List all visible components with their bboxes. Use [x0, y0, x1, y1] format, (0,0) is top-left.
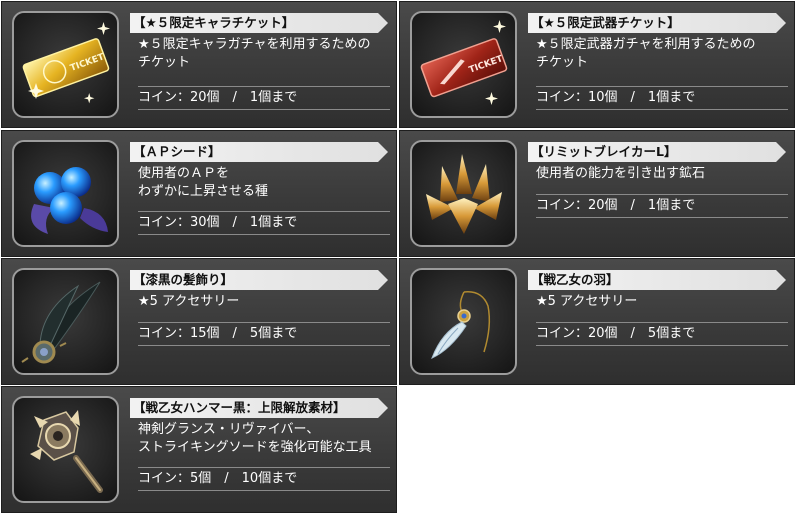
item-thumbnail: TICKET	[12, 11, 119, 118]
item-cost: コイン：20個 / 5個まで	[536, 322, 788, 346]
item-description-line: ★5 アクセサリー	[138, 294, 240, 309]
item-description-line: 使用者の能力を引き出す鉱石	[536, 166, 706, 181]
shop-item-card-valkyrie-feather[interactable]: 【戦乙女の羽】 ★5 アクセサリー コイン：20個 / 5個まで	[399, 258, 795, 385]
item-description-line: ★５限定武器ガチャを利用するための	[536, 37, 756, 52]
item-thumbnail	[410, 140, 517, 247]
item-cost: コイン：15個 / 5個まで	[138, 322, 390, 346]
gold-ticket-icon: TICKET	[22, 22, 110, 104]
item-title: 【ＡＰシード】	[130, 142, 388, 162]
red-weapon-ticket-icon: TICKET	[420, 20, 508, 105]
item-description-line: 使用者のＡＰを	[138, 166, 230, 181]
item-description-line: ★5 アクセサリー	[536, 294, 638, 309]
shop-item-card-jet-black-hairpin[interactable]: 【漆黒の髪飾り】 ★5 アクセサリー コイン：15個 / 5個まで	[1, 258, 397, 385]
item-title: 【★５限定武器チケット】	[528, 13, 786, 33]
item-description: ★５限定キャラガチャを利用するための チケット	[138, 36, 390, 72]
item-cost: コイン：30個 / 1個まで	[138, 211, 390, 235]
item-cost: コイン：5個 / 10個まで	[138, 467, 390, 491]
shop-item-card-valkyrie-hammer[interactable]: 【戦乙女ハンマー黒：上限解放素材】 神剣グランス・リヴァイバー、 ストライキング…	[1, 386, 397, 513]
item-description: ★5 アクセサリー	[138, 293, 390, 311]
crystal-ore-icon	[426, 154, 502, 234]
blue-seed-icon	[31, 167, 108, 234]
item-title: 【漆黒の髪飾り】	[130, 270, 388, 290]
item-description: 神剣グランス・リヴァイバー、 ストライキングソードを強化可能な工具	[138, 421, 390, 457]
item-title: 【戦乙女の羽】	[528, 270, 786, 290]
white-feather-necklace-icon	[431, 291, 491, 359]
shop-item-card-chara-ticket[interactable]: TICKET 【★５限定キャラチケット】 ★５限定キャラガチャを利用するための …	[1, 1, 397, 128]
item-description-line: ストライキングソードを強化可能な工具	[138, 440, 372, 455]
item-description: ★５限定武器ガチャを利用するための チケット	[536, 36, 788, 72]
item-thumbnail	[410, 268, 517, 375]
item-description-line: 神剣グランス・リヴァイバー、	[138, 422, 320, 437]
item-description-line: チケット	[138, 55, 191, 70]
item-cost: コイン：20個 / 1個まで	[138, 86, 390, 110]
item-title: 【★５限定キャラチケット】	[130, 13, 388, 33]
shop-item-card-limit-breaker[interactable]: 【リミットブレイカーL】 使用者の能力を引き出す鉱石 コイン：20個 / 1個ま…	[399, 130, 795, 257]
item-description: 使用者の能力を引き出す鉱石	[536, 165, 788, 183]
shop-item-card-weapon-ticket[interactable]: TICKET 【★５限定武器チケット】 ★５限定武器ガチャを利用するための チケ…	[399, 1, 795, 128]
item-title: 【リミットブレイカーL】	[528, 142, 786, 162]
hammer-icon	[30, 410, 103, 493]
black-feather-hairpin-icon	[21, 281, 101, 364]
item-description: 使用者のＡＰを わずかに上昇させる種	[138, 165, 390, 201]
item-cost: コイン：20個 / 1個まで	[536, 194, 788, 218]
item-title: 【戦乙女ハンマー黒：上限解放素材】	[130, 398, 388, 418]
item-description: ★5 アクセサリー	[536, 293, 788, 311]
item-description-line: ★５限定キャラガチャを利用するための	[138, 37, 371, 52]
item-thumbnail	[12, 396, 119, 503]
item-description-line: チケット	[536, 55, 589, 70]
shop-item-card-ap-seed[interactable]: 【ＡＰシード】 使用者のＡＰを わずかに上昇させる種 コイン：30個 / 1個ま…	[1, 130, 397, 257]
item-thumbnail: TICKET	[410, 11, 517, 118]
item-thumbnail	[12, 140, 119, 247]
item-cost: コイン：10個 / 1個まで	[536, 86, 788, 110]
item-description-line: わずかに上昇させる種	[138, 184, 269, 199]
item-thumbnail	[12, 268, 119, 375]
